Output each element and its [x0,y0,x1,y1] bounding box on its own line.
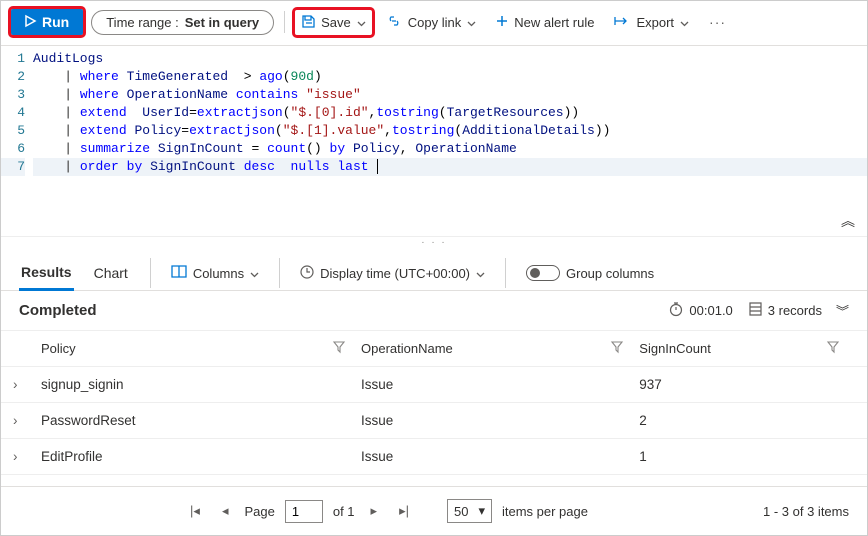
records-value: 3 records [768,303,822,318]
copy-link-label: Copy link [408,15,461,30]
table-row[interactable]: › PasswordReset Issue 2 [1,403,867,439]
columns-button[interactable]: Columns [171,265,259,281]
clock-icon [300,265,314,282]
query-code[interactable]: AuditLogs | where TimeGenerated > ago(90… [33,50,867,176]
records-icon [749,302,762,319]
chevron-down-icon [680,15,689,30]
page-input[interactable] [285,500,323,523]
time-range-value: Set in query [185,15,259,30]
status-bar: Completed 00:01.0 3 records ︾ [1,291,867,331]
columns-label: Columns [193,266,244,281]
query-editor[interactable]: 123456 7 AuditLogs | where TimeGenerated… [1,46,867,236]
cell-count: 1 [639,449,827,464]
save-icon [301,14,315,31]
table-row[interactable]: › signup_signin Issue 937 [1,367,867,403]
table-header: Policy OperationName SignInCount [1,331,867,367]
table-row[interactable]: › EditProfile Issue 1 [1,439,867,475]
toolbar: Run Time range : Set in query Save [1,1,867,46]
export-label: Export [636,15,674,30]
expand-icon[interactable]: › [13,413,41,428]
cell-policy: PasswordReset [41,413,333,428]
save-label: Save [321,15,351,30]
export-button[interactable]: Export [608,11,695,34]
new-alert-label: New alert rule [514,15,594,30]
col-operation[interactable]: OperationName [361,341,611,356]
link-icon [386,15,402,30]
pane-resize-handle[interactable]: · · · ︽ [1,236,867,250]
separator-4 [505,258,506,288]
tab-chart[interactable]: Chart [92,257,130,289]
prev-page-button[interactable]: ◂ [216,502,235,520]
col-count[interactable]: SignInCount [639,341,827,356]
columns-icon [171,265,187,281]
play-icon [25,14,36,30]
tab-results[interactable]: Results [19,256,74,291]
record-count: 3 records [749,302,822,319]
run-label: Run [42,14,69,30]
page-size-select[interactable]: 50 ▾ [447,499,492,523]
save-highlight: Save [295,10,372,35]
group-columns-label: Group columns [566,266,654,281]
expand-icon[interactable]: › [13,377,41,392]
chevron-down-icon [476,266,485,281]
cell-count: 2 [639,413,827,428]
collapse-down-icon[interactable]: ︾ [836,301,849,320]
filter-icon[interactable] [333,341,361,356]
cell-policy: EditProfile [41,449,333,464]
page-label: Page [244,504,274,519]
chevron-down-icon [357,15,366,30]
export-icon [614,15,630,30]
first-page-button[interactable]: |◂ [184,502,206,520]
run-highlight: Run [11,9,83,35]
elapsed-time: 00:01.0 [669,302,732,319]
pager: |◂ ◂ Page of 1 ▸ ▸| 50 ▾ items per page … [1,486,867,535]
dropdown-icon: ▾ [478,503,485,519]
save-button[interactable]: Save [295,10,372,35]
col-policy[interactable]: Policy [41,341,333,356]
more-menu[interactable]: ··· [703,14,732,30]
separator-2 [150,258,151,288]
copy-link-button[interactable]: Copy link [380,11,482,34]
pager-range: 1 - 3 of 3 items [763,504,849,519]
of-label: of 1 [333,504,355,519]
results-table: Policy OperationName SignInCount › signu… [1,331,867,475]
chevron-down-icon [250,266,259,281]
plus-icon [496,15,508,30]
per-page-label: items per page [502,504,588,519]
time-range-label: Time range : [106,15,179,30]
chevron-down-icon [467,15,476,30]
time-range-pill[interactable]: Time range : Set in query [91,10,274,35]
filter-icon[interactable] [611,341,639,356]
separator-3 [279,258,280,288]
cell-count: 937 [639,377,827,392]
app-frame: Run Time range : Set in query Save [0,0,868,536]
display-time-button[interactable]: Display time (UTC+00:00) [300,265,485,282]
filter-icon[interactable] [827,341,855,356]
cell-operation: Issue [361,377,611,392]
elapsed-value: 00:01.0 [689,303,732,318]
results-toolbar: Results Chart Columns Display time (UTC+… [1,250,867,291]
next-page-button[interactable]: ▸ [365,502,384,520]
line-gutter: 123456 7 [1,50,33,176]
toggle-off-icon [526,265,560,281]
cell-operation: Issue [361,413,611,428]
status-title: Completed [19,302,97,319]
expand-icon[interactable]: › [13,449,41,464]
last-page-button[interactable]: ▸| [393,502,415,520]
cell-operation: Issue [361,449,611,464]
new-alert-button[interactable]: New alert rule [490,11,600,34]
cell-policy: signup_signin [41,377,333,392]
page-size-value: 50 [454,504,468,519]
run-button[interactable]: Run [11,9,83,35]
display-time-label: Display time (UTC+00:00) [320,266,470,281]
group-columns-toggle[interactable]: Group columns [526,265,654,281]
separator-1 [284,11,285,33]
collapse-up-icon[interactable]: ︽ [841,215,857,227]
stopwatch-icon [669,302,683,319]
